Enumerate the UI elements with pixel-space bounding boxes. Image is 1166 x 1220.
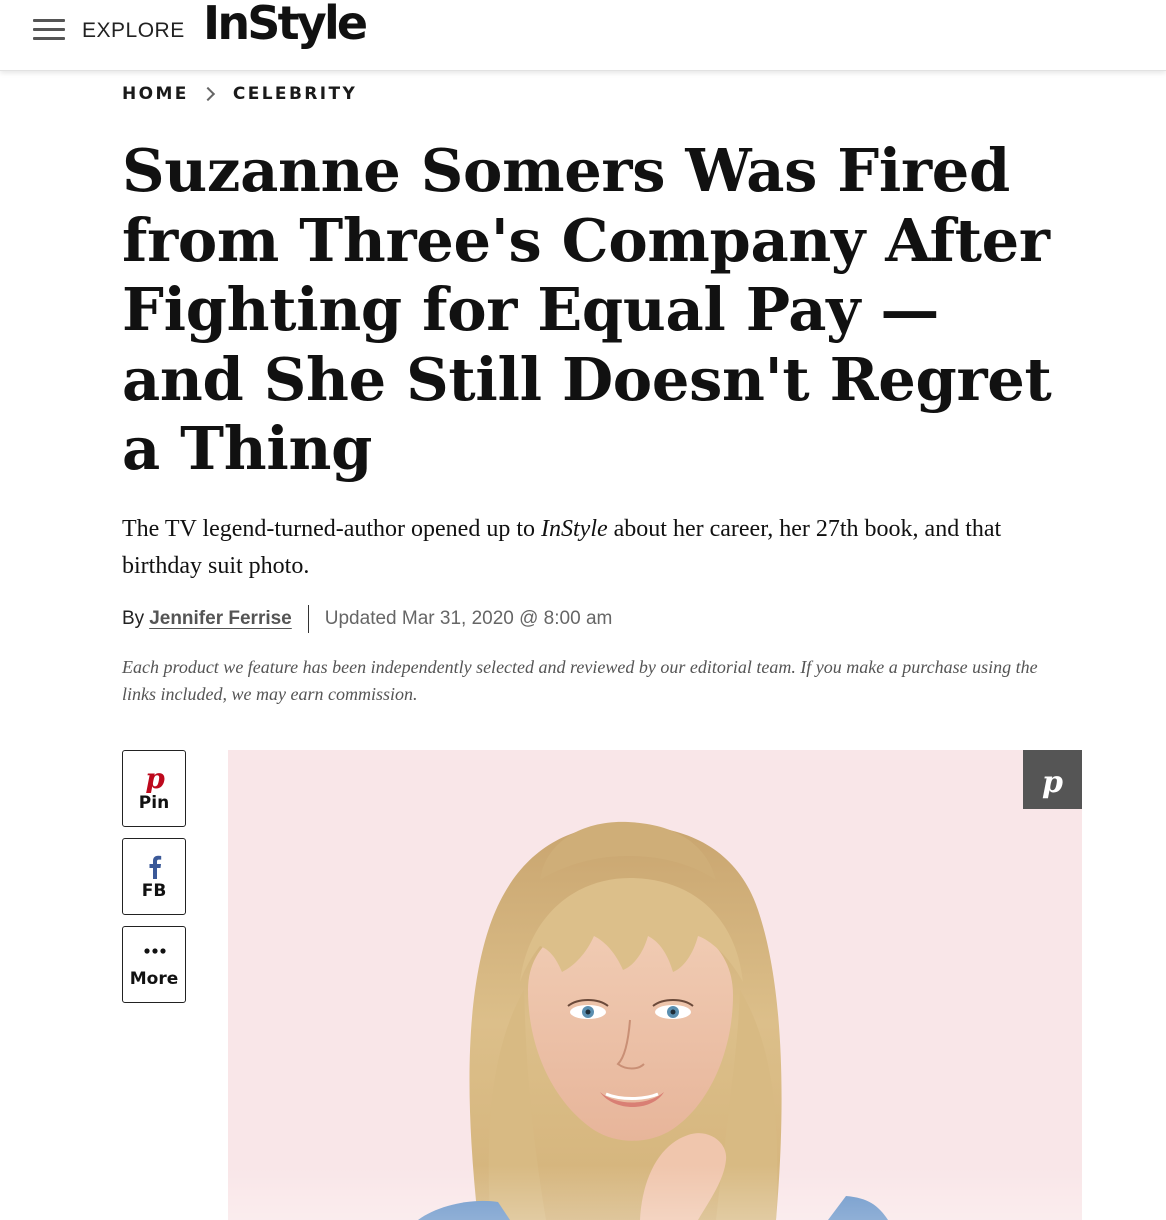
breadcrumb-home-link[interactable]: HOME [122,84,189,104]
article-dek: The TV legend-turned-author opened up to… [122,511,1072,585]
byline-prefix: By [122,608,145,629]
share-more-label: More [129,969,179,989]
affiliate-disclaimer: Each product we feature has been indepen… [122,657,1038,704]
byline: By Jennifer Ferrise Updated Mar 31, 2020… [122,604,612,634]
updated-date: Updated Mar 31, 2020 @ 8:00 am [324,608,613,629]
explore-button[interactable]: EXPLORE [82,19,185,43]
share-more-button[interactable]: More [122,926,186,1003]
svg-text:p: p [145,762,165,793]
byline-divider [307,605,309,633]
site-header: EXPLORE InStyle [0,0,1166,71]
share-pin-label: Pin [138,793,170,813]
pinterest-icon: p [145,762,165,793]
pinterest-icon: p [1042,765,1063,800]
instyle-logo[interactable]: InStyle [203,0,368,50]
breadcrumb-celebrity-link[interactable]: CELEBRITY [233,84,357,104]
hero-portrait-image [228,750,1082,1220]
dek-publication-name: InStyle [541,516,608,542]
ellipsis-icon [144,948,166,954]
author-link[interactable]: Jennifer Ferrise [149,608,292,630]
svg-text:p: p [1042,765,1063,800]
portrait-illustration [418,821,888,1220]
share-facebook-label: FB [141,881,167,901]
share-pin-button[interactable]: p Pin [122,750,186,827]
article-headline: Suzanne Somers Was Fired from Three's Co… [122,136,1052,483]
facebook-icon [149,855,162,879]
dek-text-start: The TV legend-turned-author opened up to [122,516,541,542]
chevron-right-icon [200,86,215,102]
share-facebook-button[interactable]: FB [122,838,186,915]
image-pin-button[interactable]: p [1023,750,1082,809]
hamburger-menu-icon[interactable] [33,19,65,41]
breadcrumb: HOME CELEBRITY [122,82,357,106]
